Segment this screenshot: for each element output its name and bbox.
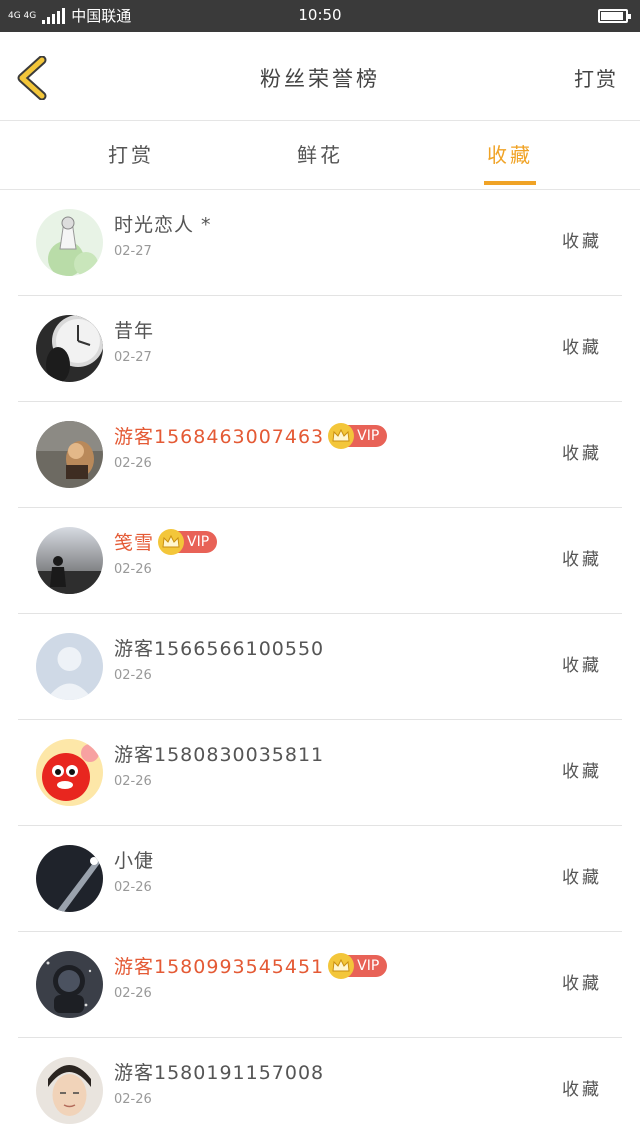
date: 02-26 [114, 456, 152, 471]
name-line: 时光恋人 * [114, 210, 212, 237]
name-line: 游客1580191157008 [114, 1058, 324, 1085]
user-name: 时光恋人 * [114, 214, 212, 236]
list-item[interactable]: 游客1580191157008 02-26 收藏 [18, 1038, 622, 1138]
user-name: 游客1566566100550 [114, 638, 325, 660]
date: 02-26 [114, 1092, 152, 1107]
date: 02-27 [114, 350, 152, 365]
avatar[interactable] [36, 527, 103, 594]
name-line: 游客1580830035811 [114, 740, 324, 767]
list-item[interactable]: 笺雪 VIP 02-26 收藏 [18, 508, 622, 614]
title-bar: 粉丝荣誉榜 打赏 [0, 32, 640, 121]
date: 02-26 [114, 880, 152, 895]
name-line: 笺雪 VIP [114, 528, 218, 555]
avatar[interactable] [36, 845, 103, 912]
user-name: 昔年 [114, 320, 155, 342]
list-item[interactable]: 时光恋人 * 02-27 收藏 [18, 190, 622, 296]
name-line: 游客1580993545451 VIP [114, 952, 388, 979]
action-label: 收藏 [562, 338, 602, 358]
list-item[interactable]: 昔年 02-27 收藏 [18, 296, 622, 402]
user-name: 小倢 [114, 850, 155, 872]
crown-badge [328, 422, 355, 449]
date: 02-27 [114, 244, 152, 259]
action-label: 收藏 [562, 232, 602, 252]
action-label: 收藏 [562, 1080, 602, 1100]
active-tab-indicator [484, 181, 536, 185]
user-name: 游客1580830035811 [114, 744, 325, 766]
avatar[interactable] [36, 209, 103, 276]
user-name: 游客1568463007463 [114, 426, 325, 448]
name-line: 小倢 [114, 846, 154, 873]
crown-icon [332, 428, 350, 441]
action-label: 收藏 [562, 444, 602, 464]
battery-level [601, 12, 624, 20]
user-name: 游客1580993545451 [114, 956, 325, 978]
fan-list: 时光恋人 * 02-27 收藏 昔年 02-27 收藏 游客1568463007463 VIP… [0, 190, 640, 1138]
action-label: 收藏 [562, 762, 602, 782]
date: 02-26 [114, 774, 152, 789]
user-name: 笺雪 [114, 532, 155, 554]
reward-button[interactable]: 打赏 [574, 63, 618, 92]
avatar[interactable] [36, 633, 103, 700]
vip-label: VIP [357, 427, 380, 444]
vip-badge: VIP [328, 422, 388, 449]
page-title: 粉丝荣誉榜 [260, 67, 380, 91]
avatar[interactable] [36, 1057, 103, 1124]
crown-icon [332, 958, 350, 971]
list-item[interactable]: 游客1566566100550 02-26 收藏 [18, 614, 622, 720]
battery-icon [598, 9, 631, 23]
date: 02-26 [114, 668, 152, 683]
avatar[interactable] [36, 421, 103, 488]
action-label: 收藏 [562, 550, 602, 570]
tab-favorites[interactable]: 收藏 [487, 139, 533, 168]
list-item[interactable]: 游客1580993545451 VIP 02-26 收藏 [18, 932, 622, 1038]
list-item[interactable]: 游客1568463007463 VIP 02-26 收藏 [18, 402, 622, 508]
tab-reward[interactable]: 打赏 [108, 139, 154, 168]
user-name: 游客1580191157008 [114, 1062, 325, 1084]
date: 02-26 [114, 562, 152, 577]
crown-icon [162, 534, 180, 547]
avatar[interactable] [36, 951, 103, 1018]
tab-flowers[interactable]: 鲜花 [297, 139, 343, 168]
status-time: 10:50 [298, 6, 342, 24]
name-line: 游客1568463007463 VIP [114, 422, 388, 449]
list-item[interactable]: 小倢 02-26 收藏 [18, 826, 622, 932]
crown-badge [158, 528, 185, 555]
tab-bar: 打赏 鲜花 收藏 [0, 121, 640, 190]
vip-badge: VIP [328, 952, 388, 979]
date: 02-26 [114, 986, 152, 1001]
name-line: 昔年 [114, 316, 154, 343]
action-label: 收藏 [562, 868, 602, 888]
avatar[interactable] [36, 315, 103, 382]
action-label: 收藏 [562, 656, 602, 676]
vip-label: VIP [357, 957, 380, 974]
crown-badge [328, 952, 355, 979]
action-label: 收藏 [562, 974, 602, 994]
vip-badge: VIP [158, 528, 218, 555]
avatar[interactable] [36, 739, 103, 806]
vip-label: VIP [187, 533, 210, 550]
status-bar: 4G 4G 中国联通 10:50 [0, 0, 640, 32]
name-line: 游客1566566100550 [114, 634, 324, 661]
list-item[interactable]: 游客1580830035811 02-26 收藏 [18, 720, 622, 826]
